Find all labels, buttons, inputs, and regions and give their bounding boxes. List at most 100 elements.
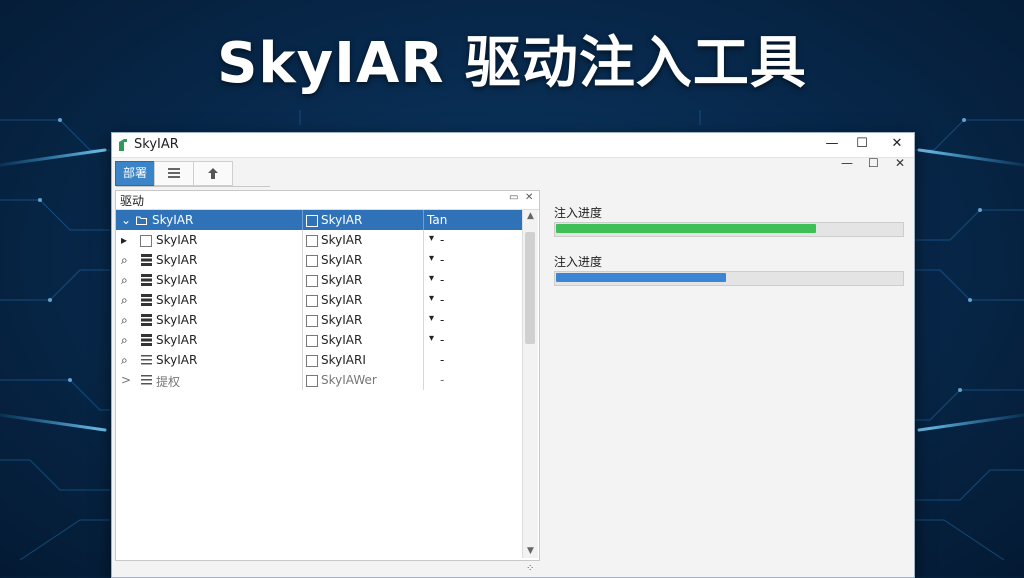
driver-panel-header: 驱动 ▭ ✕ xyxy=(116,191,539,210)
list-icon xyxy=(141,355,152,365)
row-dropdown-icon[interactable]: ▾ xyxy=(429,273,434,284)
driver-panel: 驱动 ▭ ✕ ⌄ SkyIAR SkyIAR Tan ▸ SkyIAR SkyIAR ▾ - ⌕ S… xyxy=(115,190,540,561)
row-dropdown-icon[interactable]: ▾ xyxy=(429,253,434,264)
column-divider xyxy=(302,330,303,350)
server-icon xyxy=(141,294,152,306)
row-dash: - xyxy=(440,353,445,367)
server-icon xyxy=(141,274,152,286)
progress-bar-2 xyxy=(554,271,904,286)
server-icon xyxy=(141,314,152,326)
window-title: SkyIAR xyxy=(134,137,179,152)
server-icon xyxy=(141,254,152,266)
panel-close-icon[interactable]: ✕ xyxy=(525,192,533,203)
scroll-down-icon[interactable]: ▼ xyxy=(523,546,538,556)
expander-icon[interactable]: ⌕ xyxy=(121,333,128,348)
vertical-scrollbar[interactable]: ▲ ▼ xyxy=(522,210,538,558)
column-divider xyxy=(302,270,303,290)
column-divider xyxy=(423,270,424,290)
server-icon xyxy=(141,334,152,346)
title-bar[interactable]: SkyIAR — ☐ ✕ xyxy=(112,133,914,158)
row-dropdown-icon[interactable]: ▾ xyxy=(429,313,434,324)
row-dropdown-icon[interactable]: ▾ xyxy=(429,333,434,344)
driver-name: SkyIAR xyxy=(156,293,198,307)
row-checkbox[interactable] xyxy=(306,375,318,387)
column-divider xyxy=(302,310,303,330)
column-divider xyxy=(423,330,424,350)
tab-upload[interactable] xyxy=(193,161,233,186)
folder-icon xyxy=(136,216,147,225)
column-divider xyxy=(423,290,424,310)
expander-icon[interactable]: ⌕ xyxy=(121,293,128,308)
column-divider xyxy=(423,350,424,370)
page-headline: SkyIAR 驱动注入工具 xyxy=(217,31,807,96)
column-divider xyxy=(302,210,303,230)
row-checkbox[interactable] xyxy=(140,235,152,247)
expander-icon[interactable]: ⌕ xyxy=(121,253,128,268)
driver-row[interactable]: ⌕ SkyIAR SkyIAR ▾ - xyxy=(116,270,522,290)
driver-row[interactable]: ▸ SkyIAR SkyIAR ▾ - xyxy=(116,230,522,250)
driver-row[interactable]: > 提权 SkyIAWer - xyxy=(116,370,522,390)
row-checkbox[interactable] xyxy=(306,315,318,327)
driver-row[interactable]: ⌄ SkyIAR SkyIAR Tan xyxy=(116,210,522,230)
panel-pin-icon[interactable]: ▭ xyxy=(509,192,518,203)
expander-icon[interactable]: ⌄ xyxy=(121,213,131,227)
row-checkbox[interactable] xyxy=(306,355,318,367)
driver-name: SkyIAR xyxy=(156,333,198,347)
row-dropdown-icon[interactable]: ▾ xyxy=(429,233,434,244)
expander-icon[interactable]: ⌕ xyxy=(121,353,128,368)
maximize-button[interactable]: ☐ xyxy=(852,136,872,154)
driver-row[interactable]: ⌕ SkyIAR SkyIAR ▾ - xyxy=(116,250,522,270)
row-checkbox[interactable] xyxy=(306,235,318,247)
driver-column-2: SkyIAWer xyxy=(321,373,377,387)
inner-minimize-button[interactable]: — xyxy=(841,156,853,170)
progress-label-1: 注入进度 xyxy=(554,206,603,220)
close-button[interactable]: ✕ xyxy=(887,136,907,154)
list-icon xyxy=(141,375,152,385)
driver-column-2: SkyIAR xyxy=(321,333,363,347)
driver-row[interactable]: ⌕ SkyIAR SkyIAR ▾ - xyxy=(116,290,522,310)
row-checkbox[interactable] xyxy=(306,295,318,307)
driver-column-2: SkyIAR xyxy=(321,253,363,267)
list-icon xyxy=(168,168,180,178)
scroll-up-icon[interactable]: ▲ xyxy=(523,211,538,221)
app-window: SkyIAR — ☐ ✕ 部署 — ☐ ✕ 驱动 ▭ ✕ ⌄ SkyIAR SkyI… xyxy=(111,132,915,578)
tab-list[interactable] xyxy=(154,161,194,186)
tab-deploy[interactable]: 部署 xyxy=(115,161,155,186)
expander-icon[interactable]: ⌕ xyxy=(121,313,128,328)
progress-panel: 注入进度 注入进度 xyxy=(552,190,907,570)
column-divider xyxy=(302,250,303,270)
upload-icon xyxy=(208,168,218,179)
resize-grip-icon[interactable]: ⁘ xyxy=(526,563,534,574)
column-divider xyxy=(302,350,303,370)
progress-label-2: 注入进度 xyxy=(554,255,603,269)
row-checkbox[interactable] xyxy=(306,275,318,287)
driver-column-2: SkyIARI xyxy=(321,353,366,367)
scroll-thumb[interactable] xyxy=(525,232,535,344)
row-checkbox[interactable] xyxy=(306,255,318,267)
driver-panel-title: 驱动 xyxy=(120,194,145,208)
row-dash: - xyxy=(440,373,445,387)
toolbar-divider xyxy=(116,186,270,187)
row-dropdown-icon[interactable]: ▾ xyxy=(429,293,434,304)
expander-icon[interactable]: > xyxy=(121,373,131,387)
minimize-button[interactable]: — xyxy=(822,136,842,154)
driver-column-2: SkyIAR xyxy=(321,273,363,287)
row-dash: - xyxy=(440,293,445,307)
expander-icon[interactable]: ▸ xyxy=(121,233,127,247)
column-divider xyxy=(302,230,303,250)
driver-column-2: SkyIAR xyxy=(321,293,363,307)
row-checkbox[interactable] xyxy=(306,335,318,347)
driver-row[interactable]: ⌕ SkyIAR SkyIAR ▾ - xyxy=(116,330,522,350)
driver-column-2: SkyIAR xyxy=(321,213,363,227)
driver-row[interactable]: ⌕ SkyIAR SkyIARI - xyxy=(116,350,522,370)
expander-icon[interactable]: ⌕ xyxy=(121,273,128,288)
inner-maximize-button[interactable]: ☐ xyxy=(868,156,879,170)
column-divider xyxy=(423,310,424,330)
progress-bar-1 xyxy=(554,222,904,237)
row-checkbox[interactable] xyxy=(306,215,318,227)
driver-column-3: Tan xyxy=(427,213,448,227)
inner-close-button[interactable]: ✕ xyxy=(895,156,905,170)
driver-name: SkyIAR xyxy=(156,233,198,247)
driver-row[interactable]: ⌕ SkyIAR SkyIAR ▾ - xyxy=(116,310,522,330)
column-divider xyxy=(302,290,303,310)
